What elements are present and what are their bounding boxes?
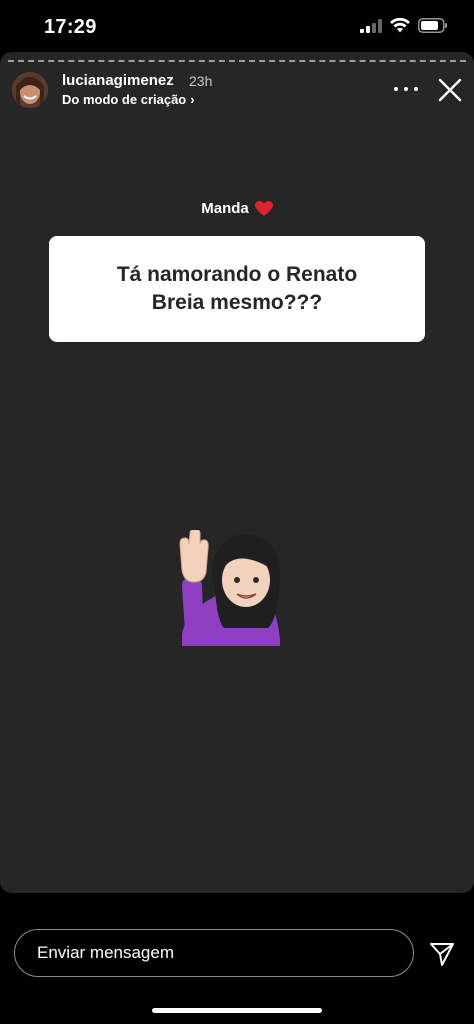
status-icons — [360, 18, 448, 33]
more-horizontal-icon[interactable] — [394, 82, 418, 96]
question-sticker-card: Tá namorando o Renato Breia mesmo??? — [49, 236, 425, 342]
avatar[interactable] — [12, 72, 48, 108]
battery-icon — [418, 18, 447, 33]
wifi-icon — [390, 18, 410, 33]
cellular-signal-icon — [360, 18, 382, 33]
chevron-right-icon: › — [190, 92, 195, 107]
red-heart-icon — [254, 200, 273, 216]
message-input[interactable] — [37, 943, 413, 963]
message-composer[interactable] — [14, 929, 414, 977]
story-username[interactable]: lucianagimenez — [62, 72, 174, 89]
story-source-label: Do modo de criação — [62, 92, 187, 107]
story-source-link[interactable]: Do modo de criação › — [62, 92, 195, 107]
woman-raising-hand-emoji — [179, 530, 280, 646]
question-text: Tá namorando o Renato Breia mesmo??? — [116, 263, 358, 314]
status-bar: 17:29 — [0, 0, 474, 52]
status-time: 17:29 — [44, 16, 97, 38]
story-time-ago: 23h — [189, 73, 213, 89]
send-icon[interactable] — [428, 940, 456, 968]
home-indicator — [152, 1008, 322, 1013]
question-sticker-label: Manda — [0, 200, 474, 217]
question-label-text: Manda — [201, 200, 249, 217]
close-icon[interactable] — [436, 76, 464, 104]
story-progress-bar — [8, 60, 466, 62]
story-viewer[interactable]: lucianagimenez 23h Do modo de criação › … — [0, 52, 474, 893]
